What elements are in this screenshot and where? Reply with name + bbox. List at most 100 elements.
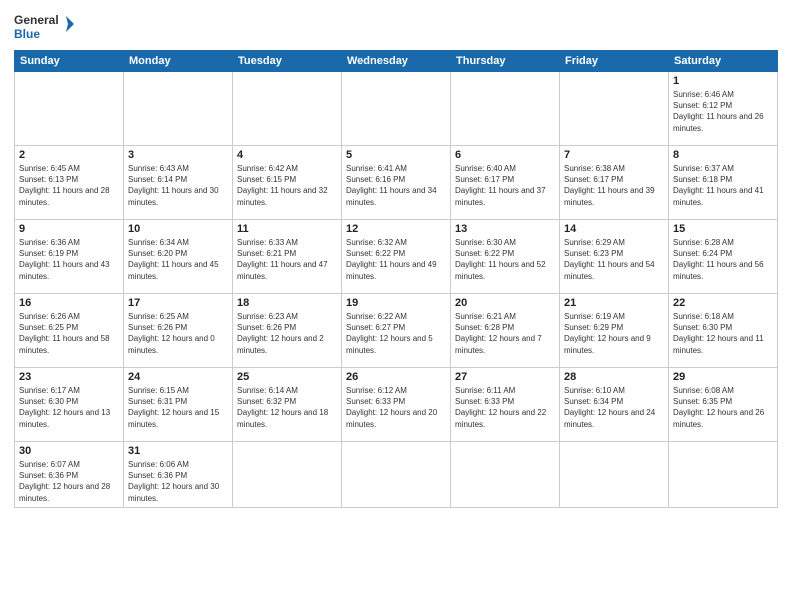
weekday-thursday: Thursday <box>451 51 560 72</box>
week-row-2: 9 Sunrise: 6:36 AM Sunset: 6:19 PM Daylig… <box>15 220 778 294</box>
calendar-cell <box>451 72 560 146</box>
calendar-cell: 21Sunrise: 6:19 AM Sunset: 6:29 PM Dayli… <box>560 294 669 368</box>
weekday-sunday: Sunday <box>15 51 124 72</box>
calendar-cell <box>233 442 342 508</box>
day-info: Sunrise: 6:25 AM Sunset: 6:26 PM Dayligh… <box>128 311 228 356</box>
day-number: 1 <box>673 75 773 87</box>
calendar-cell: 25 Sunrise: 6:14 AM Sunset: 6:32 PM Dayli… <box>233 368 342 442</box>
week-row-1: 2 Sunrise: 6:45 AM Sunset: 6:13 PM Daylig… <box>15 146 778 220</box>
day-info: Sunrise: 6:36 AM Sunset: 6:19 PM Dayligh… <box>19 237 119 282</box>
day-info: Sunrise: 6:18 AM Sunset: 6:30 PM Dayligh… <box>673 311 773 356</box>
calendar-cell: 7 Sunrise: 6:38 AM Sunset: 6:17 PM Daylig… <box>560 146 669 220</box>
calendar-cell: 11 Sunrise: 6:33 AM Sunset: 6:21 PM Dayli… <box>233 220 342 294</box>
calendar-cell <box>233 72 342 146</box>
day-number: 6 <box>455 149 555 161</box>
day-info: Sunrise: 6:32 AM Sunset: 6:22 PM Dayligh… <box>346 237 446 282</box>
calendar-cell: 20 Sunrise: 6:21 AM Sunset: 6:28 PM Dayli… <box>451 294 560 368</box>
day-info: Sunrise: 6:22 AM Sunset: 6:27 PM Dayligh… <box>346 311 446 356</box>
calendar-cell: 8Sunrise: 6:37 AM Sunset: 6:18 PM Daylig… <box>669 146 778 220</box>
calendar-cell: 27Sunrise: 6:11 AM Sunset: 6:33 PM Dayli… <box>451 368 560 442</box>
day-number: 14 <box>564 223 664 235</box>
day-number: 8 <box>673 149 773 161</box>
svg-text:General: General <box>14 13 59 27</box>
week-row-5: 30Sunrise: 6:07 AM Sunset: 6:36 PM Dayli… <box>15 442 778 508</box>
calendar-cell: 23 Sunrise: 6:17 AM Sunset: 6:30 PM Dayli… <box>15 368 124 442</box>
day-number: 4 <box>237 149 337 161</box>
calendar-cell: 13Sunrise: 6:30 AM Sunset: 6:22 PM Dayli… <box>451 220 560 294</box>
weekday-friday: Friday <box>560 51 669 72</box>
day-info: Sunrise: 6:46 AM Sunset: 6:12 PM Dayligh… <box>673 89 773 134</box>
calendar-cell <box>124 72 233 146</box>
calendar-cell: 18Sunrise: 6:23 AM Sunset: 6:26 PM Dayli… <box>233 294 342 368</box>
calendar-cell: 3 Sunrise: 6:43 AM Sunset: 6:14 PM Daylig… <box>124 146 233 220</box>
day-info: Sunrise: 6:26 AM Sunset: 6:25 PM Dayligh… <box>19 311 119 356</box>
weekday-wednesday: Wednesday <box>342 51 451 72</box>
day-info: Sunrise: 6:42 AM Sunset: 6:15 PM Dayligh… <box>237 163 337 208</box>
day-number: 23 <box>19 371 119 383</box>
day-number: 16 <box>19 297 119 309</box>
calendar-table: SundayMondayTuesdayWednesdayThursdayFrid… <box>14 50 778 508</box>
calendar-cell: 16 Sunrise: 6:26 AM Sunset: 6:25 PM Dayli… <box>15 294 124 368</box>
day-number: 3 <box>128 149 228 161</box>
day-number: 19 <box>346 297 446 309</box>
calendar-cell: 9 Sunrise: 6:36 AM Sunset: 6:19 PM Daylig… <box>15 220 124 294</box>
day-number: 15 <box>673 223 773 235</box>
weekday-tuesday: Tuesday <box>233 51 342 72</box>
calendar-cell: 29 Sunrise: 6:08 AM Sunset: 6:35 PM Dayli… <box>669 368 778 442</box>
day-info: Sunrise: 6:15 AM Sunset: 6:31 PM Dayligh… <box>128 385 228 430</box>
calendar-cell: 30Sunrise: 6:07 AM Sunset: 6:36 PM Dayli… <box>15 442 124 508</box>
day-info: Sunrise: 6:23 AM Sunset: 6:26 PM Dayligh… <box>237 311 337 356</box>
header: General Blue <box>14 10 778 42</box>
calendar-cell: 10Sunrise: 6:34 AM Sunset: 6:20 PM Dayli… <box>124 220 233 294</box>
day-info: Sunrise: 6:12 AM Sunset: 6:33 PM Dayligh… <box>346 385 446 430</box>
calendar-cell: 2 Sunrise: 6:45 AM Sunset: 6:13 PM Daylig… <box>15 146 124 220</box>
day-info: Sunrise: 6:10 AM Sunset: 6:34 PM Dayligh… <box>564 385 664 430</box>
day-number: 9 <box>19 223 119 235</box>
weekday-saturday: Saturday <box>669 51 778 72</box>
day-info: Sunrise: 6:19 AM Sunset: 6:29 PM Dayligh… <box>564 311 664 356</box>
day-number: 31 <box>128 445 228 457</box>
calendar-cell <box>560 72 669 146</box>
calendar-cell: 19 Sunrise: 6:22 AM Sunset: 6:27 PM Dayli… <box>342 294 451 368</box>
calendar-cell: 5Sunrise: 6:41 AM Sunset: 6:16 PM Daylig… <box>342 146 451 220</box>
calendar-cell: 14Sunrise: 6:29 AM Sunset: 6:23 PM Dayli… <box>560 220 669 294</box>
day-number: 20 <box>455 297 555 309</box>
day-number: 29 <box>673 371 773 383</box>
page: General Blue SundayMondayTuesdayWednesda… <box>0 0 792 612</box>
day-info: Sunrise: 6:11 AM Sunset: 6:33 PM Dayligh… <box>455 385 555 430</box>
day-number: 13 <box>455 223 555 235</box>
calendar-cell: 22 Sunrise: 6:18 AM Sunset: 6:30 PM Dayli… <box>669 294 778 368</box>
generalblue-logo-icon: General Blue <box>14 10 74 42</box>
day-number: 25 <box>237 371 337 383</box>
day-number: 2 <box>19 149 119 161</box>
day-number: 11 <box>237 223 337 235</box>
weekday-monday: Monday <box>124 51 233 72</box>
day-info: Sunrise: 6:21 AM Sunset: 6:28 PM Dayligh… <box>455 311 555 356</box>
day-info: Sunrise: 6:33 AM Sunset: 6:21 PM Dayligh… <box>237 237 337 282</box>
day-info: Sunrise: 6:43 AM Sunset: 6:14 PM Dayligh… <box>128 163 228 208</box>
day-info: Sunrise: 6:08 AM Sunset: 6:35 PM Dayligh… <box>673 385 773 430</box>
calendar-cell <box>560 442 669 508</box>
calendar-cell: 15Sunrise: 6:28 AM Sunset: 6:24 PM Dayli… <box>669 220 778 294</box>
day-number: 10 <box>128 223 228 235</box>
day-info: Sunrise: 6:17 AM Sunset: 6:30 PM Dayligh… <box>19 385 119 430</box>
day-info: Sunrise: 6:14 AM Sunset: 6:32 PM Dayligh… <box>237 385 337 430</box>
day-number: 24 <box>128 371 228 383</box>
week-row-0: 1 Sunrise: 6:46 AM Sunset: 6:12 PM Daylig… <box>15 72 778 146</box>
day-number: 22 <box>673 297 773 309</box>
day-number: 28 <box>564 371 664 383</box>
calendar-cell: 28 Sunrise: 6:10 AM Sunset: 6:34 PM Dayli… <box>560 368 669 442</box>
calendar-cell <box>342 72 451 146</box>
day-info: Sunrise: 6:41 AM Sunset: 6:16 PM Dayligh… <box>346 163 446 208</box>
day-number: 7 <box>564 149 664 161</box>
calendar-cell: 4 Sunrise: 6:42 AM Sunset: 6:15 PM Daylig… <box>233 146 342 220</box>
day-info: Sunrise: 6:38 AM Sunset: 6:17 PM Dayligh… <box>564 163 664 208</box>
calendar-cell: 26Sunrise: 6:12 AM Sunset: 6:33 PM Dayli… <box>342 368 451 442</box>
day-info: Sunrise: 6:06 AM Sunset: 6:36 PM Dayligh… <box>128 459 228 504</box>
day-number: 30 <box>19 445 119 457</box>
day-info: Sunrise: 6:45 AM Sunset: 6:13 PM Dayligh… <box>19 163 119 208</box>
calendar-cell: 1 Sunrise: 6:46 AM Sunset: 6:12 PM Daylig… <box>669 72 778 146</box>
calendar-cell: 24 Sunrise: 6:15 AM Sunset: 6:31 PM Dayli… <box>124 368 233 442</box>
calendar-cell: 6Sunrise: 6:40 AM Sunset: 6:17 PM Daylig… <box>451 146 560 220</box>
day-number: 17 <box>128 297 228 309</box>
